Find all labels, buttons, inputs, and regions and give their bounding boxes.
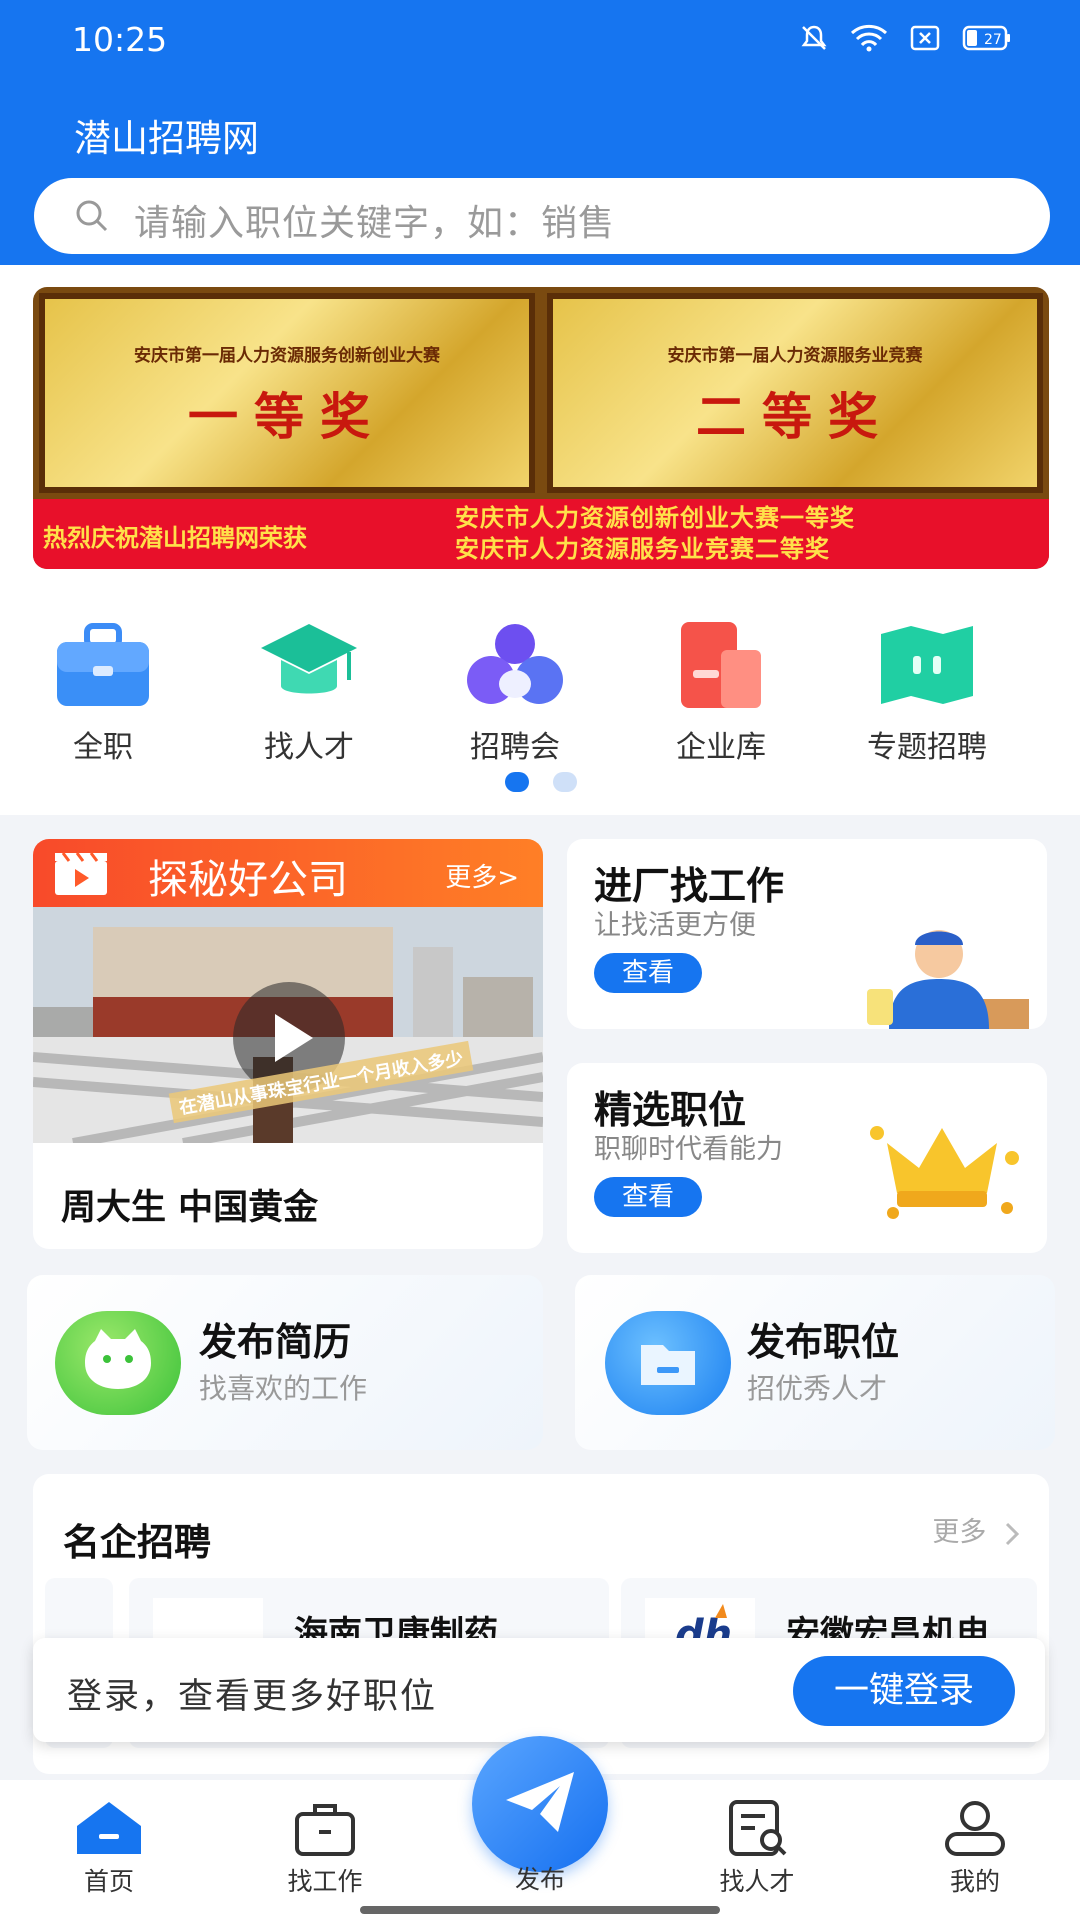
status-time: 10:25 — [72, 20, 168, 59]
category-grid: 全职 找人才 招聘会 企业库 专题招聘 — [0, 620, 1080, 766]
one-click-login-button[interactable]: 一键登录 — [793, 1656, 1015, 1726]
selected-subtitle: 职聊时代看能力 — [594, 1134, 783, 1165]
factory-title: 进厂找工作 — [594, 864, 785, 908]
explore-company-title: 探秘好公司 — [148, 857, 348, 903]
battery-icon: 27 — [962, 25, 1010, 51]
banner-strip-left: 热烈庆祝潜山招聘网荣获 — [43, 524, 307, 552]
plaque-subtitle: 安庆市第一届人力资源服务业竞赛 — [667, 346, 923, 366]
cat-face-icon — [55, 1311, 181, 1415]
video-clapper-icon — [55, 852, 107, 895]
explore-more-link[interactable]: 更多> — [445, 857, 519, 894]
search-icon — [76, 200, 108, 232]
header: 10:25 27 潜山招聘网 请输入职位关键字，如：销售 — [0, 0, 1080, 265]
category-special-recruit[interactable]: 专题招聘 — [824, 620, 1030, 766]
app-title: 潜山招聘网 — [74, 117, 259, 160]
plaque-title: 一等奖 — [188, 388, 386, 446]
banner-strip: 热烈庆祝潜山招聘网荣获 安庆市人力资源创新创业大赛一等奖 安庆市人力资源服务业竞… — [33, 499, 1049, 569]
graduation-cap-icon — [259, 620, 359, 710]
tab-profile[interactable]: 我的 — [905, 1798, 1045, 1898]
tab-label-publish: 发布 — [514, 1865, 565, 1894]
selected-view-button[interactable]: 查看 — [594, 1177, 702, 1217]
briefcase-icon — [53, 620, 153, 710]
publish-resume-title: 发布简历 — [199, 1320, 352, 1364]
plaque-subtitle: 安庆市第一届人力资源服务创新创业大赛 — [134, 346, 440, 366]
famous-companies-more[interactable]: 更多 — [932, 1510, 1021, 1549]
explore-company-card[interactable]: 探秘好公司 更多> 在潜山从事珠宝行业一个月收入多少 周大生 中国黄金 — [33, 839, 543, 1249]
tab-home[interactable]: 首页 — [39, 1798, 179, 1898]
banner-strip-line2: 安庆市人力资源服务业竞赛二等奖 — [455, 535, 830, 563]
category-label: 招聘会 — [470, 730, 560, 765]
video-thumbnail[interactable]: 在潜山从事珠宝行业一个月收入多少 — [33, 907, 543, 1143]
publish-fab-button[interactable] — [472, 1736, 608, 1872]
category-label: 找人才 — [264, 730, 354, 765]
briefcase-icon — [289, 1798, 361, 1858]
login-prompt-text: 登录，查看更多好职位 — [67, 1677, 438, 1717]
award-plaque-second: 安庆市第一届人力资源服务业竞赛 二等奖 — [547, 293, 1043, 493]
chevron-right-icon — [1005, 1522, 1020, 1545]
explore-company-name: 周大生 中国黄金 — [61, 1188, 319, 1228]
banner-strip-line1: 安庆市人力资源创新创业大赛一等奖 — [455, 504, 855, 532]
banner-strip-right: 安庆市人力资源创新创业大赛一等奖 安庆市人力资源服务业竞赛二等奖 — [455, 503, 855, 565]
tab-find-job[interactable]: 找工作 — [255, 1798, 395, 1898]
famous-companies-title: 名企招聘 — [63, 1521, 211, 1564]
resume-search-icon — [721, 1798, 793, 1858]
explore-company-header: 探秘好公司 更多> — [33, 839, 543, 907]
selected-jobs-card[interactable]: 精选职位 职聊时代看能力 查看 — [567, 1063, 1047, 1253]
category-find-talent[interactable]: 找人才 — [206, 620, 412, 766]
paper-plane-icon — [506, 1772, 574, 1832]
tab-label: 首页 — [83, 1867, 134, 1896]
map-icon — [877, 620, 977, 710]
factory-view-button[interactable]: 查看 — [594, 953, 702, 993]
svg-text:27: 27 — [984, 32, 1002, 48]
category-label: 专题招聘 — [867, 730, 987, 765]
tab-find-talent[interactable]: 找人才 — [687, 1798, 827, 1898]
award-plaque-first: 安庆市第一届人力资源服务创新创业大赛 一等奖 — [39, 293, 535, 493]
sim-card-icon — [910, 25, 940, 51]
search-bar[interactable]: 请输入职位关键字，如：销售 — [34, 178, 1050, 254]
building-icon — [671, 620, 771, 710]
folder-icon — [605, 1311, 731, 1415]
group-icon — [465, 620, 565, 710]
publish-resume-subtitle: 找喜欢的工作 — [199, 1372, 368, 1405]
user-icon — [939, 1798, 1011, 1858]
plaque-title: 二等奖 — [696, 388, 894, 446]
crown-icon — [870, 1126, 1019, 1219]
publish-resume-card[interactable]: 发布简历 找喜欢的工作 — [27, 1275, 543, 1450]
play-icon — [275, 1014, 313, 1062]
category-company-library[interactable]: 企业库 — [618, 620, 824, 766]
publish-job-title: 发布职位 — [747, 1320, 900, 1364]
category-fulltime[interactable]: 全职 — [0, 620, 206, 766]
mute-bell-icon — [801, 25, 827, 50]
home-indicator — [360, 1906, 720, 1914]
factory-job-card[interactable]: 进厂找工作 让找活更方便 查看 — [567, 839, 1047, 1029]
wifi-icon — [850, 24, 888, 52]
award-banner[interactable]: 安庆市第一届人力资源服务创新创业大赛 一等奖 安庆市第一届人力资源服务业竞赛 二… — [33, 287, 1049, 569]
page-dot-active — [505, 772, 529, 792]
tab-label: 找工作 — [287, 1867, 363, 1896]
login-prompt-bar: 登录，查看更多好职位 一键登录 — [33, 1638, 1045, 1742]
tab-label: 我的 — [949, 1867, 1000, 1896]
selected-title: 精选职位 — [594, 1088, 747, 1132]
publish-job-subtitle: 招优秀人才 — [747, 1372, 888, 1405]
publish-job-card[interactable]: 发布职位 招优秀人才 — [575, 1275, 1055, 1450]
more-label: 更多 — [932, 1517, 987, 1548]
category-label: 全职 — [73, 730, 133, 765]
search-placeholder: 请输入职位关键字，如：销售 — [134, 203, 616, 244]
page-dot — [553, 772, 577, 792]
status-icons: 27 — [800, 24, 1012, 52]
category-job-fair[interactable]: 招聘会 — [412, 620, 618, 766]
worker-illustration — [867, 930, 1029, 1029]
status-bar: 10:25 27 — [0, 0, 1080, 80]
tab-label: 找人才 — [719, 1867, 795, 1896]
home-icon — [73, 1798, 145, 1858]
category-label: 企业库 — [676, 730, 766, 765]
category-page-indicator[interactable] — [505, 772, 577, 792]
factory-subtitle: 让找活更方便 — [594, 910, 756, 941]
